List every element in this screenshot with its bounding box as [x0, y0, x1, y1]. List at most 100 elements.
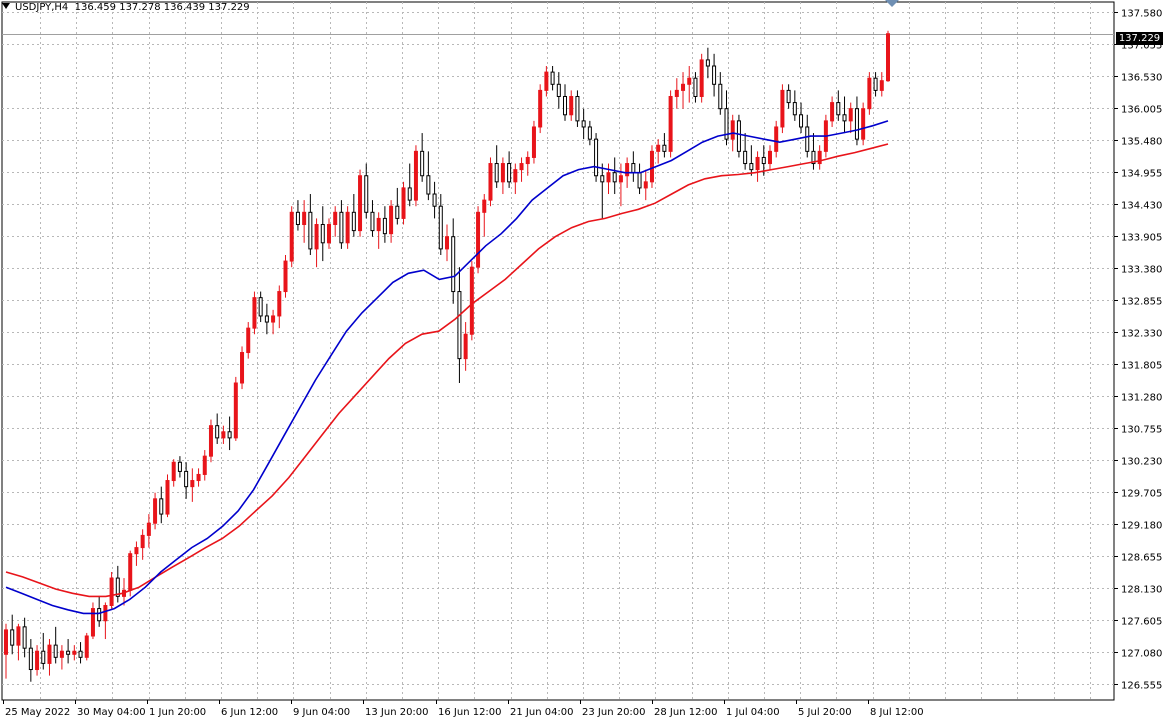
candle-bear	[28, 647, 33, 671]
candle-bull	[488, 163, 493, 201]
x-tick-label: 13 Jun 20:00	[365, 707, 429, 718]
candle-bear	[420, 150, 425, 177]
candle-bear	[761, 156, 766, 165]
x-tick-label: 28 Jun 12:00	[654, 707, 718, 718]
candle-bull	[376, 217, 381, 232]
candle-bear	[227, 431, 232, 439]
candle-bear	[339, 211, 344, 244]
candle-bull	[867, 77, 872, 110]
candle-bear	[792, 102, 797, 116]
candle-bear	[370, 211, 375, 232]
candle-bull	[401, 187, 406, 219]
candle-bear	[22, 626, 27, 649]
candle-bear	[507, 163, 512, 183]
candle-bear	[457, 291, 462, 360]
candle-bear	[587, 126, 592, 140]
candle-bear	[295, 211, 300, 226]
candle-bull	[252, 297, 257, 329]
candle-bull	[774, 126, 779, 152]
candle-bull	[606, 172, 611, 183]
y-tick-label: 126.555	[1121, 681, 1162, 692]
y-tick-label: 130.230	[1121, 457, 1162, 468]
candle-bull	[848, 108, 853, 122]
y-tick-label: 128.130	[1121, 585, 1162, 596]
chart: 137.580 137.055 136.530 136.005 135.480 134.9…	[0, 0, 1169, 720]
candle-bear	[426, 175, 431, 195]
candle-bull	[500, 163, 505, 183]
candle-bull	[140, 534, 145, 549]
candle-bear	[575, 95, 580, 122]
candle-bear	[177, 461, 182, 472]
candle-bull	[830, 102, 835, 122]
candle-bear	[364, 175, 369, 213]
candle-bear	[438, 205, 443, 250]
candle-bear	[494, 163, 499, 183]
candle-bull	[879, 80, 884, 91]
x-tick-label: 21 Jun 04:00	[510, 707, 574, 718]
candle-bull	[208, 425, 213, 457]
candle-bull	[146, 522, 151, 536]
candle-bear	[215, 425, 220, 439]
candle-bull	[233, 382, 238, 439]
candle-bull	[358, 175, 363, 232]
y-tick-label: 135.480	[1121, 137, 1162, 148]
x-tick-label: 16 Jun 12:00	[438, 707, 502, 718]
x-tick-label: 1 Jul 04:00	[726, 707, 780, 718]
candle-bull	[674, 89, 679, 97]
candle-bull	[668, 95, 673, 152]
y-tick-label: 128.655	[1121, 553, 1162, 564]
candle-bull	[302, 211, 307, 226]
candle-bull	[109, 577, 114, 607]
candle-bull	[861, 108, 866, 140]
candle-bear	[718, 83, 723, 110]
candle-bull	[531, 126, 536, 158]
candle-bear	[184, 470, 189, 488]
candle-bear	[705, 59, 710, 67]
dropdown-triangle-icon[interactable]	[2, 3, 10, 9]
candle-bull	[730, 120, 735, 140]
candle-bear	[159, 498, 164, 515]
ohlc-low: 136.439	[163, 2, 206, 13]
y-tick-label: 132.855	[1121, 297, 1162, 308]
candle-bear	[78, 650, 83, 658]
candle-bull	[221, 431, 226, 439]
candle-bear	[736, 120, 741, 152]
candle-bull	[134, 547, 139, 555]
candle-bear	[10, 629, 15, 646]
candle-bull	[128, 553, 133, 591]
candle-bull	[482, 199, 487, 213]
chart-shift-marker-icon[interactable]	[885, 0, 899, 7]
candle-bull	[202, 455, 207, 475]
candle-bull	[47, 644, 52, 664]
candle-bull	[72, 650, 77, 655]
y-tick-label: 129.705	[1121, 489, 1162, 500]
candle-bull	[171, 461, 176, 482]
candle-bull	[463, 333, 468, 360]
x-tick-label: 5 Jul 20:00	[798, 707, 852, 718]
candle-bull	[687, 77, 692, 85]
ohlc-high: 137.278	[119, 2, 161, 13]
candle-bull	[780, 89, 785, 128]
candle-bull	[389, 205, 394, 235]
candle-bull	[103, 605, 108, 622]
candle-bear	[581, 120, 586, 128]
candle-bull	[618, 175, 623, 183]
candle-bull	[767, 150, 772, 165]
candle-bear	[600, 175, 605, 183]
candle-bear	[550, 71, 555, 85]
candle-bear	[308, 211, 313, 250]
candle-bear	[799, 114, 804, 128]
candle-bear	[786, 89, 791, 104]
x-tick-label: 6 Jun 12:00	[221, 707, 278, 718]
y-tick-label: 127.605	[1121, 617, 1162, 628]
candle-bear	[805, 126, 810, 152]
candle-bull	[271, 315, 276, 323]
candle-bear	[854, 108, 859, 140]
candle-bull	[445, 236, 449, 250]
y-tick-label: 132.330	[1121, 329, 1162, 340]
candle-bull	[538, 89, 543, 128]
candle-bear	[258, 297, 263, 317]
candle-bear	[749, 163, 754, 171]
y-tick-label: 129.180	[1121, 521, 1162, 532]
candle-bull	[246, 327, 251, 354]
